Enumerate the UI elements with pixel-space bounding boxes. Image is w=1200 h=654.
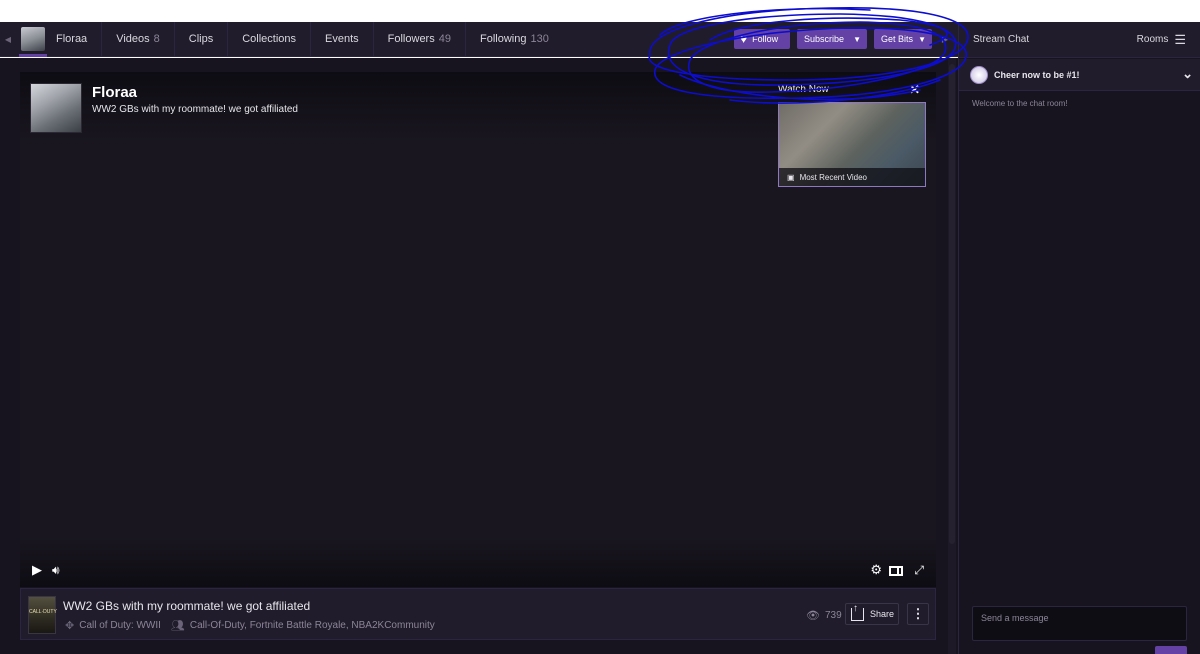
gamepad-icon: ✥ — [65, 620, 75, 632]
volume-icon[interactable]: 🔊︎ — [52, 563, 60, 578]
cheer-banner[interactable]: Cheer now to be #1! ⌄ — [959, 59, 1200, 91]
watch-now-label: Watch Now — [778, 84, 829, 95]
gear-icon[interactable]: ⚙ — [870, 562, 882, 578]
nav-tab-clips[interactable]: Clips — [175, 21, 229, 57]
stream-title: WW2 GBs with my roommate! we got affilia… — [92, 104, 298, 115]
watch-now-panel: Watch Now ✕ ▣ Most Recent Video — [778, 82, 928, 187]
follow-label: Follow — [752, 34, 779, 44]
community-icon: 👥︎ — [170, 620, 185, 632]
get-bits-button[interactable]: Get Bits ▼ — [874, 29, 932, 49]
recent-video-caption: ▣ Most Recent Video — [779, 168, 925, 186]
game-art-text: CALL·DUTY — [29, 609, 57, 615]
chevron-down-icon[interactable]: ⌄ — [1182, 66, 1193, 82]
views-value: 739 — [824, 610, 842, 621]
share-icon — [851, 603, 864, 621]
tab-label: Collections — [242, 33, 297, 45]
nav-tab-events[interactable]: Events — [311, 21, 374, 57]
tab-label: Clips — [188, 33, 214, 45]
share-label: Share — [870, 609, 895, 619]
chevron-down-icon: ▼ — [918, 34, 926, 44]
eye-icon: 👁︎ — [806, 610, 820, 622]
streamer-name[interactable]: Floraa — [92, 84, 137, 101]
video-player[interactable]: Floraa WW2 GBs with my roommate! we got … — [20, 72, 936, 587]
subscribe-label: Subscribe — [804, 34, 845, 44]
communities-link[interactable]: Call-Of-Duty, Fortnite Battle Royale, NB… — [190, 620, 435, 631]
recent-video-thumbnail[interactable]: ▣ Most Recent Video — [778, 102, 926, 187]
channel-avatar[interactable] — [18, 22, 48, 57]
heart-icon: ♥ — [740, 32, 748, 46]
tab-count: 8 — [153, 33, 160, 45]
player-bottom-gradient — [20, 537, 936, 587]
chat-header: Stream Chat Rooms ☰ — [959, 22, 1200, 58]
game-box-art[interactable]: CALL·DUTY — [28, 596, 57, 634]
chat-message-input[interactable]: Send a message — [972, 606, 1187, 641]
close-icon[interactable]: ✕ — [909, 82, 920, 98]
follow-button[interactable]: ♥ Follow — [734, 29, 790, 49]
tab-count: 49 — [438, 33, 451, 45]
get-bits-label: Get Bits — [881, 34, 914, 44]
cheer-badge-icon — [970, 65, 988, 84]
active-tab-underline — [19, 53, 47, 57]
nav-channel-name[interactable]: Floraa — [48, 21, 103, 57]
recent-video-label: Most Recent Video — [799, 172, 868, 182]
top-white-strip — [0, 0, 1200, 22]
chat-send-button[interactable] — [1155, 646, 1187, 654]
chat-input-placeholder: Send a message — [981, 613, 1049, 623]
nav-scroll-left-icon[interactable]: ◀ — [0, 22, 16, 57]
nav-scroll-right-icon[interactable]: ▶ — [938, 29, 952, 49]
play-icon[interactable]: ▶ — [32, 562, 42, 578]
subscribe-button[interactable]: Subscribe ▼ — [797, 29, 867, 49]
nav-tab-collections[interactable]: Collections — [228, 21, 312, 57]
channel-name-label: Floraa — [56, 33, 88, 45]
channel-avatar-image — [21, 27, 45, 51]
fullscreen-icon[interactable]: ⤢ — [914, 563, 924, 578]
nav-tab-videos[interactable]: Videos 8 — [102, 21, 175, 57]
rooms-menu-icon: ☰ — [1174, 31, 1186, 47]
chat-welcome-message: Welcome to the chat room! — [972, 99, 1068, 108]
chat-panel: Stream Chat Rooms ☰ Cheer now to be #1! … — [958, 22, 1200, 654]
chevron-down-icon: ▼ — [853, 34, 861, 44]
rooms-button[interactable]: Rooms ☰ — [1137, 32, 1186, 48]
tab-label: Following — [479, 33, 527, 45]
rooms-label: Rooms — [1136, 34, 1169, 45]
info-stream-title: WW2 GBs with my roommate! we got affilia… — [63, 599, 311, 613]
tab-label: Followers — [387, 33, 435, 45]
theatre-mode-icon[interactable] — [889, 566, 903, 576]
nav-tab-following[interactable]: Following 130 — [466, 22, 563, 57]
cheer-text: Cheer now to be #1! — [994, 69, 1080, 80]
stream-info-bar: CALL·DUTY WW2 GBs with my roommate! we g… — [20, 588, 936, 640]
stream-meta: ✥ Call of Duty: WWII 👥︎ Call-Of-Duty, Fo… — [65, 619, 435, 632]
tab-label: Events — [325, 33, 359, 45]
main-scrollbar[interactable] — [948, 58, 956, 654]
viewer-count: 👁︎ 739 — [806, 609, 842, 622]
scrollbar-thumb[interactable] — [949, 64, 955, 544]
tab-count: 130 — [530, 33, 549, 45]
tab-label: Videos — [116, 33, 150, 45]
chat-header-title: Stream Chat — [973, 34, 1030, 45]
nav-tab-followers[interactable]: Followers 49 — [374, 21, 466, 57]
game-link[interactable]: Call of Duty: WWII — [79, 620, 161, 631]
share-button[interactable]: Share — [845, 603, 899, 625]
video-icon: ▣ — [787, 172, 795, 182]
streamer-avatar[interactable] — [30, 83, 82, 133]
more-options-icon[interactable]: ⋮ — [907, 603, 929, 625]
